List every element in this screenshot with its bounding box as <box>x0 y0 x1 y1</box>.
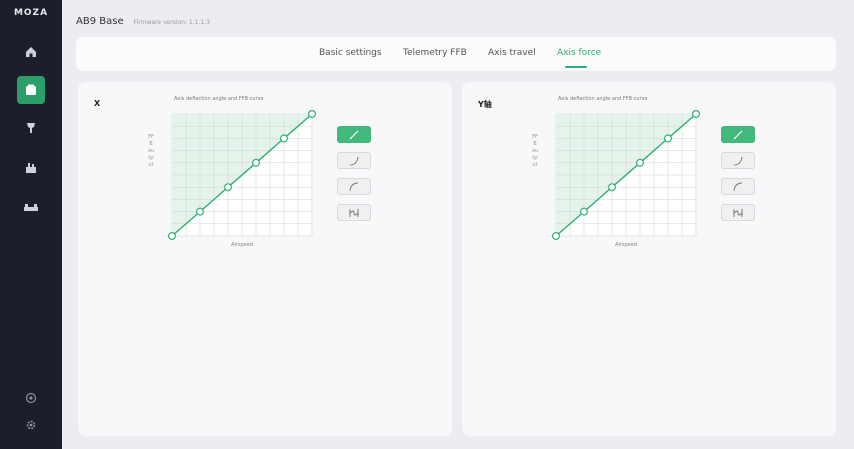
curve-control-point[interactable] <box>579 207 588 216</box>
linear-curve-icon <box>731 125 745 144</box>
linear-curve-icon <box>347 125 361 144</box>
curve-control-point[interactable] <box>195 207 204 216</box>
header: AB9 Base Firmware version: 1.1.1.3 <box>76 16 210 32</box>
x-axis-label: Airspeed <box>615 242 637 248</box>
curve-control-point[interactable] <box>692 110 700 118</box>
chart-title: Axis deflection angle and FFB curve <box>174 96 264 102</box>
sidebar-item-home[interactable] <box>17 38 45 66</box>
ffb-curve-chart[interactable] <box>158 110 328 240</box>
axis-panel-y: Y轴 Axis deflection angle and FFB curve F… <box>462 82 836 436</box>
settings-gear-icon <box>25 389 37 408</box>
curve-control-point[interactable] <box>168 231 177 240</box>
curve-control-point[interactable] <box>552 231 561 240</box>
axis-panel-x: X Axis deflection angle and FFB curve FF… <box>78 82 452 436</box>
settings-button[interactable] <box>23 417 39 433</box>
tab-axis-force[interactable]: Axis force <box>557 48 601 58</box>
sidebar-item-pedals[interactable] <box>17 194 45 222</box>
curve-control-point[interactable] <box>223 183 232 192</box>
linear-curve-button[interactable] <box>337 126 371 143</box>
curve-control-point[interactable] <box>308 110 316 118</box>
x-axis-label: Airspeed <box>231 242 253 248</box>
linear-curve-button[interactable] <box>721 126 755 143</box>
sidebar-item-joystick[interactable] <box>17 114 45 142</box>
exponential-curve-icon <box>731 151 745 170</box>
curve-control-point[interactable] <box>607 183 616 192</box>
custom-curve-button[interactable] <box>337 204 371 221</box>
sidebar-item-throttle[interactable] <box>17 154 45 182</box>
custom-curve-icon <box>347 203 361 222</box>
logarithmic-curve-icon <box>347 177 361 196</box>
tab-bar: Basic settings Telemetry FFB Axis travel… <box>76 37 836 71</box>
sidebar-item-base[interactable] <box>17 76 45 104</box>
exponential-curve-button[interactable] <box>337 152 371 169</box>
exponential-curve-button[interactable] <box>721 152 755 169</box>
pedals-icon <box>23 203 39 213</box>
exponential-curve-icon <box>347 151 361 170</box>
axis-label: X <box>94 99 101 108</box>
logarithmic-curve-button[interactable] <box>721 178 755 195</box>
curve-control-point[interactable] <box>635 158 644 167</box>
curve-control-point[interactable] <box>251 158 260 167</box>
ffb-curve-chart[interactable] <box>542 110 712 240</box>
tab-basic-settings[interactable]: Basic settings <box>319 48 382 58</box>
throttle-icon <box>24 161 38 175</box>
axis-label: Y轴 <box>478 100 492 109</box>
active-tab-indicator <box>565 66 587 68</box>
gear-icon <box>25 416 37 435</box>
base-icon <box>24 83 38 97</box>
moza-logo: MOZA <box>13 8 49 18</box>
y-axis-label: FFB output <box>531 134 539 168</box>
logarithmic-curve-icon <box>731 177 745 196</box>
y-axis-label: FFB output <box>147 134 155 168</box>
support-button[interactable] <box>23 390 39 406</box>
custom-curve-button[interactable] <box>721 204 755 221</box>
tab-telemetry-ffb[interactable]: Telemetry FFB <box>403 48 467 58</box>
device-title: AB9 Base <box>76 16 124 27</box>
home-icon <box>24 45 38 59</box>
curve-control-point[interactable] <box>663 134 672 143</box>
tab-axis-travel[interactable]: Axis travel <box>488 48 536 58</box>
curve-control-point[interactable] <box>279 134 288 143</box>
joystick-icon <box>24 121 38 135</box>
chart-title: Axis deflection angle and FFB curve <box>558 96 648 102</box>
firmware-version: Firmware version: 1.1.1.3 <box>133 19 210 26</box>
logarithmic-curve-button[interactable] <box>337 178 371 195</box>
sidebar: MOZA <box>0 0 62 449</box>
custom-curve-icon <box>731 203 745 222</box>
